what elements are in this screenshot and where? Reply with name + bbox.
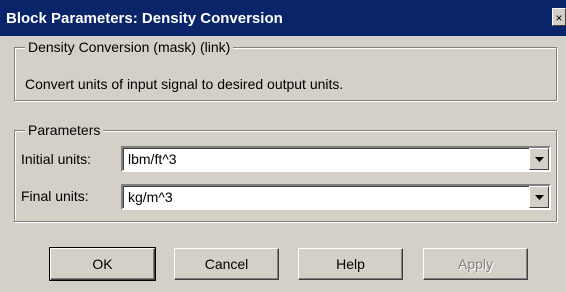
initial-units-label: Initial units: [21,151,92,167]
initial-units-dropdown-button[interactable] [529,148,549,170]
chevron-down-icon [534,194,544,200]
final-units-label: Final units: [21,188,89,204]
final-units-value: kg/m^3 [128,189,173,205]
apply-button[interactable]: Apply [423,248,528,280]
final-units-select[interactable]: kg/m^3 [121,184,551,210]
initial-units-value: lbm/ft^3 [128,151,177,167]
parameters-legend: Parameters [25,122,104,138]
window-title: Block Parameters: Density Conversion [6,9,283,27]
help-button-label: Help [336,256,365,272]
mask-groupbox: Density Conversion (mask) (link) Convert… [14,39,557,101]
close-icon: × [555,11,563,25]
final-units-dropdown-button[interactable] [529,186,549,208]
mask-description: Convert units of input signal to desired… [25,76,344,92]
close-button[interactable]: × [552,8,566,26]
title-bar[interactable]: Block Parameters: Density Conversion × [0,0,566,36]
apply-button-label: Apply [457,256,494,272]
chevron-down-icon [534,156,544,162]
ok-button[interactable]: OK [49,247,156,281]
cancel-button-label: Cancel [204,256,249,272]
help-button[interactable]: Help [298,248,403,280]
ok-button-label: OK [92,256,113,272]
cancel-button[interactable]: Cancel [174,248,279,280]
parameters-groupbox: Parameters Initial units: lbm/ft^3 Final… [14,122,557,222]
initial-units-select[interactable]: lbm/ft^3 [121,146,551,172]
mask-legend: Density Conversion (mask) (link) [25,39,234,55]
